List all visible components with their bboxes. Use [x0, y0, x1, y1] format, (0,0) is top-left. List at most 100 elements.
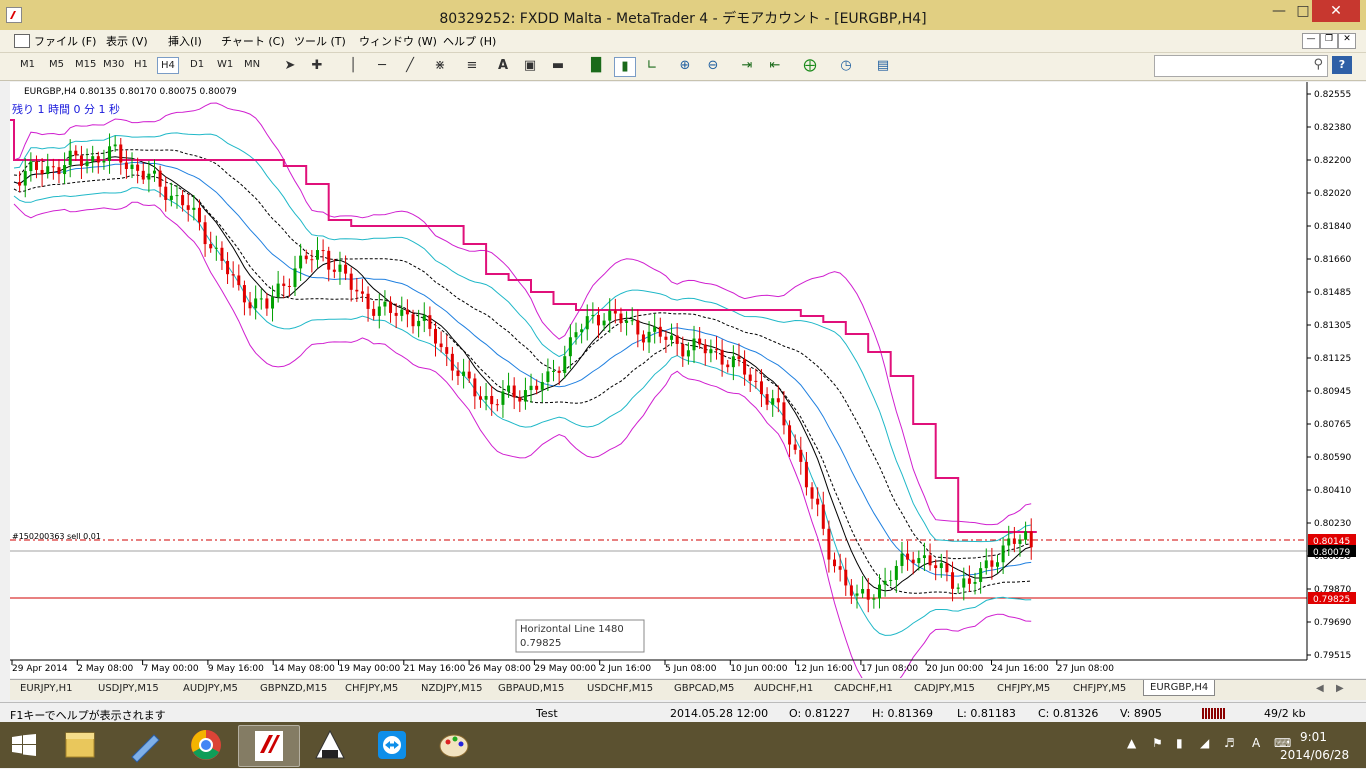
timeframe-h1[interactable]: H1: [132, 59, 150, 70]
crosshair-icon[interactable]: ✚: [307, 57, 327, 75]
tray-volume-icon[interactable]: ♬: [1224, 736, 1235, 750]
teamviewer-icon[interactable]: [362, 725, 422, 765]
menu-window[interactable]: ウィンドウ (W): [359, 33, 437, 49]
tab-audjpy-m5[interactable]: AUDJPY,M5: [183, 683, 238, 694]
candlestick-icon[interactable]: ▮: [614, 57, 636, 77]
bar-chart-icon[interactable]: █: [586, 57, 606, 75]
timeframe-m5[interactable]: M5: [47, 59, 66, 70]
zoom-in-icon[interactable]: ⊕: [675, 57, 695, 75]
candle-body: [124, 162, 128, 170]
timeframe-m15[interactable]: M15: [73, 59, 98, 70]
timeframe-mn[interactable]: MN: [242, 59, 262, 70]
timeframe-d1[interactable]: D1: [188, 59, 206, 70]
auto-scroll-icon[interactable]: ⇥: [737, 57, 757, 75]
menu-help[interactable]: ヘルプ (H): [443, 33, 496, 49]
onigiri-app-icon[interactable]: [300, 725, 360, 765]
line-chart-icon[interactable]: ∟: [642, 57, 662, 75]
tab-audchf-h1[interactable]: AUDCHF,H1: [754, 683, 813, 694]
candle-body: [844, 569, 848, 586]
cursor-icon[interactable]: ➤: [280, 57, 300, 75]
price-axis-label: 0.81125: [1314, 354, 1351, 364]
tab-cadjpy-m15[interactable]: CADJPY,M15: [914, 683, 975, 694]
time-axis-label: 24 Jun 16:00: [992, 664, 1049, 674]
clock-time[interactable]: 9:01: [1300, 730, 1327, 744]
candle-body: [484, 395, 488, 400]
tab-chfjpy-m5[interactable]: CHFJPY,M5: [345, 683, 398, 694]
community-icon[interactable]: ?: [1332, 56, 1352, 74]
tray-flag-icon[interactable]: ⚑: [1152, 736, 1163, 750]
vertical-line-icon[interactable]: │: [343, 57, 363, 75]
candle-body: [580, 329, 584, 333]
candle-body: [973, 581, 977, 584]
fibonacci-icon[interactable]: ≡: [462, 57, 482, 75]
timeframe-h4[interactable]: H4: [157, 57, 179, 74]
child-minimize-button[interactable]: —: [1302, 33, 1320, 49]
tab-eurjpy-h1[interactable]: EURJPY,H1: [20, 683, 73, 694]
tab-cadchf-h1[interactable]: CADCHF,H1: [834, 683, 893, 694]
search-icon[interactable]: ⚲: [1313, 57, 1323, 72]
candle-body: [990, 560, 994, 567]
tabs-scroll-right-icon[interactable]: ▶: [1336, 683, 1344, 694]
menu-chart[interactable]: チャート (C): [221, 33, 285, 49]
chrome-icon[interactable]: [176, 725, 236, 765]
candle-body: [23, 171, 27, 186]
tray-network-icon[interactable]: ◢: [1200, 736, 1209, 750]
menu-insert[interactable]: 挿入(I): [168, 33, 202, 49]
trendline-icon[interactable]: ╱: [400, 57, 420, 75]
tab-usdjpy-m15[interactable]: USDJPY,M15: [98, 683, 159, 694]
tray-chevron-icon[interactable]: ▲: [1127, 736, 1136, 750]
time-axis-label: 26 May 08:00: [469, 664, 531, 674]
text-icon[interactable]: A: [493, 57, 513, 75]
candle-body: [833, 559, 837, 567]
ime-indicator[interactable]: A: [1252, 736, 1260, 750]
timeframe-m30[interactable]: M30: [101, 59, 126, 70]
tab-gbpnzd-m15[interactable]: GBPNZD,M15: [260, 683, 327, 694]
arrows-icon[interactable]: ▬: [548, 57, 568, 75]
tray-battery-icon[interactable]: ▮: [1176, 736, 1183, 750]
templates-icon[interactable]: ▤: [873, 57, 893, 75]
search-input[interactable]: ⚲: [1154, 55, 1328, 77]
candle-body: [939, 563, 943, 569]
tab-gbpaud-m15[interactable]: GBPAUD,M15: [498, 683, 564, 694]
channels-icon[interactable]: ⋇: [430, 57, 450, 75]
candle-body: [619, 313, 623, 323]
time-axis-label: 19 May 00:00: [339, 664, 401, 674]
pen-app-icon[interactable]: [114, 725, 174, 765]
close-button[interactable]: ✕: [1312, 0, 1360, 22]
child-close-button[interactable]: ✕: [1338, 33, 1356, 49]
horizontal-line-icon[interactable]: ─: [372, 57, 392, 75]
candle-body: [197, 207, 201, 223]
windows-start-icon[interactable]: [12, 734, 36, 756]
tab-nzdjpy-m15[interactable]: NZDJPY,M15: [421, 683, 482, 694]
maximize-button[interactable]: □: [1296, 0, 1310, 22]
tab-chfjpy-m5-3[interactable]: CHFJPY,M5: [1073, 683, 1126, 694]
chart-shift-icon[interactable]: ⇤: [765, 57, 785, 75]
status-high: H: 0.81369: [872, 707, 933, 720]
candle-body: [181, 195, 185, 206]
clock-date[interactable]: 2014/06/28: [1280, 748, 1349, 762]
metatrader-fxdd-icon[interactable]: [238, 725, 300, 767]
menu-view[interactable]: 表示 (V): [106, 33, 148, 49]
timeframe-m1[interactable]: M1: [18, 59, 37, 70]
text-label-icon[interactable]: ▣: [520, 57, 540, 75]
price-axis-label: 0.81305: [1314, 321, 1351, 331]
minimize-button[interactable]: —: [1262, 0, 1296, 22]
zoom-out-icon[interactable]: ⊖: [703, 57, 723, 75]
price-chart[interactable]: 0.82555 0.82380 0.82200 0.82020 0.81840 0.816…: [10, 82, 1366, 698]
child-restore-button[interactable]: ❐: [1320, 33, 1338, 49]
tab-gbpcad-m5[interactable]: GBPCAD,M5: [674, 683, 734, 694]
tabs-scroll-left-icon[interactable]: ◀: [1316, 683, 1324, 694]
menu-file[interactable]: ファイル (F): [34, 33, 96, 49]
tab-eurgbp-h4[interactable]: EURGBP,H4: [1143, 680, 1216, 696]
file-explorer-icon[interactable]: [50, 725, 110, 765]
periods-icon[interactable]: ◷: [836, 57, 856, 75]
paint-icon[interactable]: [424, 725, 484, 765]
indicators-icon[interactable]: ⨁: [800, 57, 820, 75]
tab-chfjpy-m5-2[interactable]: CHFJPY,M5: [997, 683, 1050, 694]
timeframe-w1[interactable]: W1: [215, 59, 235, 70]
candle-body: [405, 309, 409, 315]
menu-tools[interactable]: ツール (T): [294, 33, 346, 49]
tab-usdchf-m15[interactable]: USDCHF,M15: [587, 683, 653, 694]
chart-window[interactable]: 0.82555 0.82380 0.82200 0.82020 0.81840 0.816…: [10, 82, 1366, 698]
candle-body: [141, 170, 145, 180]
